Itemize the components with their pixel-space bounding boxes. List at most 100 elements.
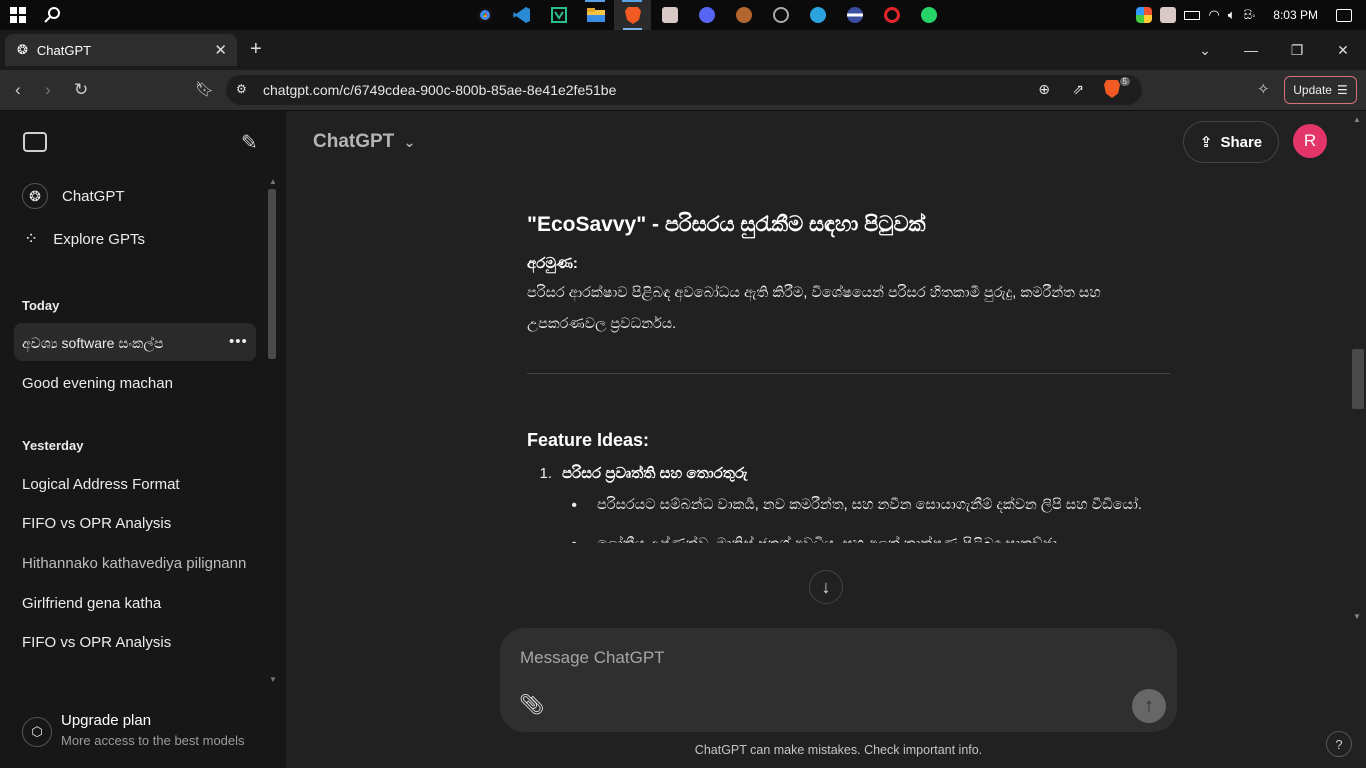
telegram-icon[interactable] [799,0,836,30]
reload-icon[interactable]: ↻ [74,80,88,100]
main-scrollbar[interactable] [1352,349,1364,409]
input-language[interactable]: සිං [1244,8,1256,23]
grid-icon: ⁘ [24,229,39,248]
bookmark-icon[interactable]: 🔖︎ [195,80,214,98]
upgrade-subtitle: More access to the best models [61,733,245,748]
back-icon[interactable]: ‹ [15,80,21,100]
search-icon[interactable] [44,6,62,24]
share-page-icon[interactable]: ⇗ [1072,81,1084,98]
scroll-up-icon[interactable]: ▲ [1353,115,1361,124]
chat-item[interactable]: Logical Address Format [22,476,246,493]
feature-heading: Feature Ideas: [527,430,650,450]
section-heading-today: Today [22,298,60,313]
scroll-down-icon[interactable]: ▼ [1353,612,1361,621]
aim-label: අරමුණ: [527,255,578,272]
tray-app-icon[interactable] [1136,7,1153,23]
chat-item[interactable]: Good evening machan [22,375,246,392]
list-item: • පරිසරයට සම්බන්ධ වාකර්‍ය, නව කමරීන්ත, ස… [527,490,1170,521]
maximize-icon[interactable]: ❐ [1274,42,1320,59]
share-icon: ⇪ [1199,134,1213,151]
new-tab-icon[interactable]: + [250,38,262,61]
attach-icon[interactable]: 📎︎ [519,692,544,717]
section-heading-yesterday: Yesterday [22,438,84,453]
aim-text: පරිසර ආරක්ෂාව පිළිබඳ අවබෝධය ඇති කිරීම, ව… [527,285,1101,332]
tab-chatgpt[interactable]: ❂ ChatGPT ✕ [5,34,237,66]
chat-item[interactable]: Girlfriend gena katha [22,595,246,612]
brave-browser-icon[interactable] [614,0,651,30]
tab-title: ChatGPT [36,42,92,58]
feature-title: පරිසර ප්‍රවෘත්ති සහ තොරතුරු [562,465,748,482]
sidebar-scrollbar[interactable] [268,189,276,359]
scroll-to-bottom-button[interactable]: ↓ [809,570,843,604]
sidebar-explore-label: Explore GPTs [53,230,145,248]
ball-app-icon[interactable] [836,0,873,30]
discord-icon[interactable] [688,0,725,30]
close-tab-icon[interactable]: ✕ [214,41,227,59]
tray-profile-icon[interactable] [1160,7,1177,23]
avatar[interactable]: R [1293,124,1327,158]
notification-icon[interactable] [1336,8,1352,22]
visual-studio-icon[interactable] [540,0,577,30]
close-window-icon[interactable]: ✕ [1320,42,1366,59]
url-text[interactable]: chatgpt.com/c/6749cdea-900c-800b-85ae-8e… [263,82,616,98]
menu-icon: ☰ [1336,83,1348,97]
chat-item[interactable]: FIFO vs OPR Analysis [22,634,246,651]
chat-item[interactable]: අවශ්‍ය software සංකල්ප [22,335,212,352]
sidebar: ✎ ❂ ChatGPT ⁘ Explore GPTs Today අවශ්‍ය … [0,111,286,768]
vscode-icon[interactable] [503,0,540,30]
divider [527,373,1170,374]
chat-item[interactable]: Hithannako kathavediya pilignann [22,555,246,572]
leo-ai-icon[interactable]: ✧ [1257,80,1270,98]
brave-shields-icon[interactable] [1104,80,1120,98]
tab-search-chevron-icon[interactable]: ⌄ [1182,42,1228,59]
site-info-icon[interactable]: ⚙︎ [236,82,247,96]
sidebar-chatgpt-label: ChatGPT [62,187,125,205]
chat-item[interactable]: FIFO vs OPR Analysis [22,515,246,532]
scroll-up-icon[interactable]: ▲ [269,177,277,186]
sidebar-item-chatgpt[interactable]: ❂ ChatGPT [14,183,125,209]
share-button[interactable]: ⇪ Share [1183,121,1279,163]
model-selector[interactable]: ChatGPT ⌄ [313,131,415,153]
chat-options-icon[interactable]: ••• [229,333,248,350]
update-button[interactable]: Update ☰ [1284,76,1357,104]
main-panel: ChatGPT ⌄ ⇪ Share R "EcoSavvy" - පරිසරය … [286,111,1366,768]
orange-app-icon[interactable] [725,0,762,30]
list-number: 1. [539,465,552,482]
openai-logo-icon: ❂ [22,183,48,209]
file-explorer-icon[interactable] [577,0,614,30]
volume-icon[interactable]: 🔈︎ [1228,7,1236,23]
bullet: • [527,529,597,543]
shields-count-badge: 5 [1119,77,1130,86]
new-chat-icon[interactable]: ✎ [241,130,258,155]
red-app-icon[interactable] [873,0,910,30]
help-button[interactable]: ? [1326,731,1352,757]
windows-taskbar: ◠ 🔈︎ සිං 8:03 PM [0,0,1366,30]
sidebar-item-explore-gpts[interactable]: ⁘ Explore GPTs [14,229,145,249]
windows-start-icon[interactable] [10,7,26,23]
toggle-sidebar-icon[interactable] [23,132,47,152]
chrome-icon[interactable] [466,0,503,30]
update-label: Update [1293,83,1332,97]
zoom-icon[interactable]: ⊕ [1038,81,1050,98]
browser-toolbar: ‹ › ↻ 🔖︎ ⚙︎ chatgpt.com/c/6749cdea-900c-… [0,70,1366,111]
upgrade-icon: ⬡ [22,717,52,747]
disclaimer: ChatGPT can make mistakes. Check importa… [694,743,983,757]
wifi-icon[interactable]: ◠ [1208,7,1219,23]
scroll-down-icon[interactable]: ▼ [269,675,277,684]
model-label: ChatGPT [313,131,395,152]
whatsapp-icon[interactable] [910,0,947,30]
clock[interactable]: 8:03 PM [1273,8,1318,22]
bullet-text: පරිසරයට සම්බන්ධ වාකර්‍ය, නව කමරීන්ත, සහ … [597,497,1142,513]
battery-icon[interactable] [1184,10,1201,20]
forward-icon[interactable]: › [45,80,51,100]
upgrade-plan-button[interactable]: ⬡ Upgrade plan More access to the best m… [22,711,272,753]
message-input[interactable] [520,644,1120,672]
bullet: • [571,497,577,514]
circle-app-icon[interactable] [762,0,799,30]
minimize-icon[interactable]: — [1228,42,1274,58]
assistant-message: "EcoSavvy" - පරිසරය සුරැකීම සඳහා පිටුවක්… [527,211,1170,543]
address-bar[interactable]: ⚙︎ chatgpt.com/c/6749cdea-900c-800b-85ae… [226,75,1142,105]
send-button[interactable]: ↑ [1132,689,1166,723]
profile-app-icon[interactable] [651,0,688,30]
chevron-down-icon: ⌄ [403,134,416,150]
